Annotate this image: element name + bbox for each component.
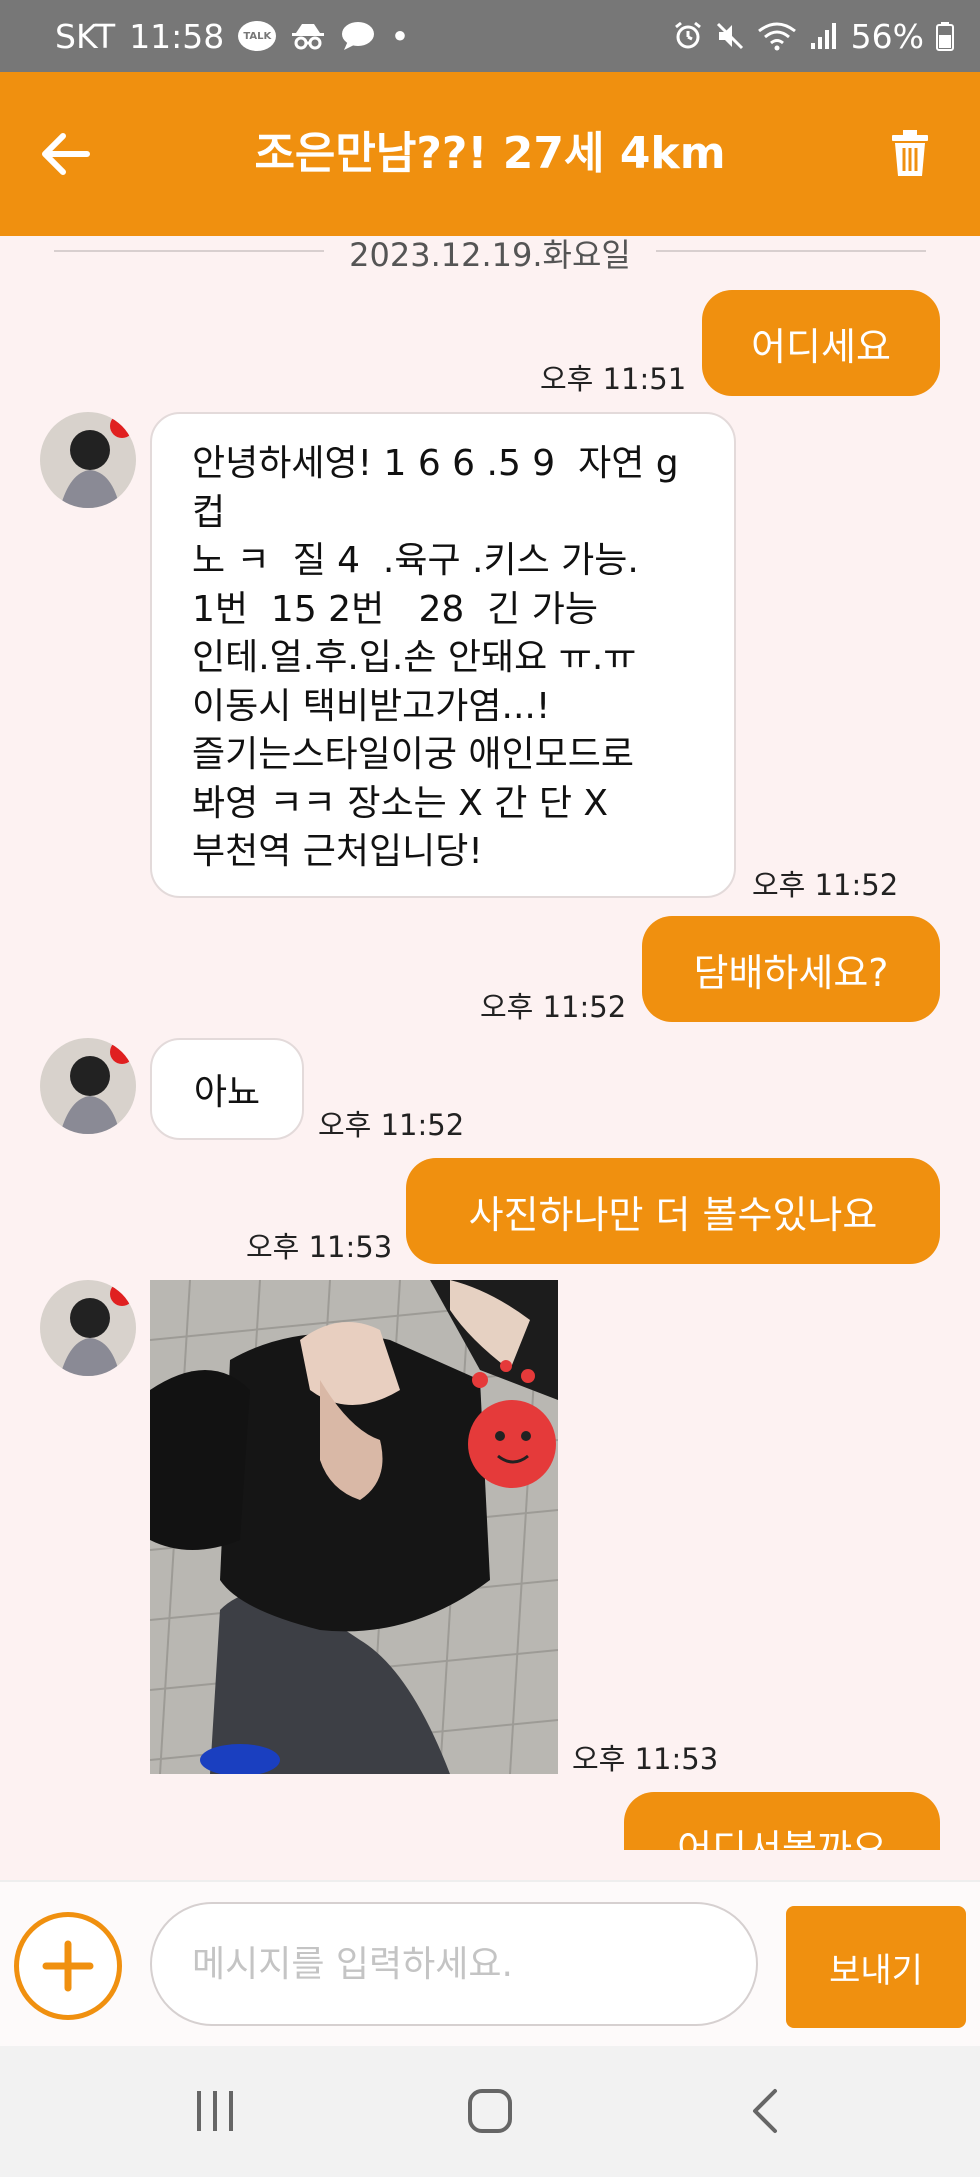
chat-header: 조은만남??! 27세 4km [0,72,980,236]
message-outgoing[interactable]: 사진하나만 더 볼수있나요 [406,1158,940,1264]
home-icon [468,2089,512,2133]
message-time: 오후 11:53 [572,1742,719,1776]
delete-button[interactable] [880,124,940,184]
message-line: 안녕하세영! 1 6 6 .5 9 자연 g [192,443,679,484]
date-label: 2023.12.19.화요일 [329,236,651,274]
message-time: 오후 11:52 [318,1108,465,1142]
message-line: 봐영 ㅋㅋ 장소는 X 간 단 X [192,782,609,824]
message-text: 아뇨 [193,1072,261,1113]
talk-badge: TALK [238,21,277,51]
chat-title: 조은만남??! 27세 4km [254,128,726,179]
avatar[interactable] [40,1280,136,1376]
message-text: 사진하나만 더 볼수있나요 [468,1192,878,1237]
message-text: 어디서볼까요 [677,1826,887,1851]
date-divider: 2023.12.19.화요일 [54,236,926,274]
battery-icon [936,21,954,51]
back-icon [753,2089,777,2133]
avatar[interactable] [40,412,136,508]
avatar[interactable] [40,1038,136,1134]
trash-icon [892,130,928,176]
message-outgoing[interactable]: 담배하세요? [642,916,940,1022]
message-time: 오후 11:53 [246,1230,393,1264]
message-input[interactable] [150,1902,758,2026]
message-photo[interactable] [150,1280,558,1774]
message-line: 인테.얼.후.입.손 안돼요 ㅠ.ㅠ [192,637,637,678]
message-line: 부천역 근처입니당! [192,831,483,872]
message-text: 어디세요 [751,324,891,369]
recents-button[interactable] [170,2066,260,2156]
message-line: 즐기는스타일이궁 애인모드로 [192,734,635,775]
system-nav-bar [0,2046,980,2177]
plus-icon [42,1940,94,1992]
message-time: 오후 11:52 [752,868,899,902]
recents-icon [197,2091,233,2131]
chat-area[interactable]: 2023.12.19.화요일 어디세요 오후 11:51 안녕하세영! 1 6 … [0,236,980,1850]
message-line: 이동시 택비받고가염...! [192,685,551,727]
message-time: 오후 11:51 [540,362,687,396]
nav-back-button[interactable] [720,2066,810,2156]
message-outgoing[interactable]: 어디서볼까요 [624,1792,940,1850]
chat-icon [340,21,376,51]
message-incoming[interactable]: 아뇨 [150,1038,304,1140]
message-outgoing[interactable]: 어디세요 [702,290,940,396]
signal-icon [809,21,839,51]
clock: 11:58 [129,16,225,56]
message-line: 컵 [192,491,226,533]
battery-percent: 56% [850,16,924,56]
message-line: 1번 15 2번 28 긴 가능 [192,588,599,630]
home-button[interactable] [445,2066,535,2156]
message-line: 노 ㅋ 질 4 .육구 .키스 가능. [192,540,639,581]
talk-icon: TALK [238,21,277,51]
incognito-icon [290,21,326,51]
wifi-icon [757,21,797,51]
send-button[interactable]: 보내기 [786,1906,966,2028]
mute-icon [715,21,745,51]
message-text: 담배하세요? [693,950,889,995]
notification-dot: • [390,16,410,56]
message-time: 오후 11:52 [480,990,627,1024]
alarm-icon [673,21,703,51]
message-incoming[interactable]: 안녕하세영! 1 6 6 .5 9 자연 g 컵 노 ㅋ 질 4 .육구 .키스… [150,412,736,898]
carrier-label: SKT [55,16,116,56]
message-input-bar: 보내기 [0,1880,980,2046]
status-bar: SKT 11:58 TALK • 56% [0,0,980,72]
add-attachment-button[interactable] [14,1912,122,2020]
